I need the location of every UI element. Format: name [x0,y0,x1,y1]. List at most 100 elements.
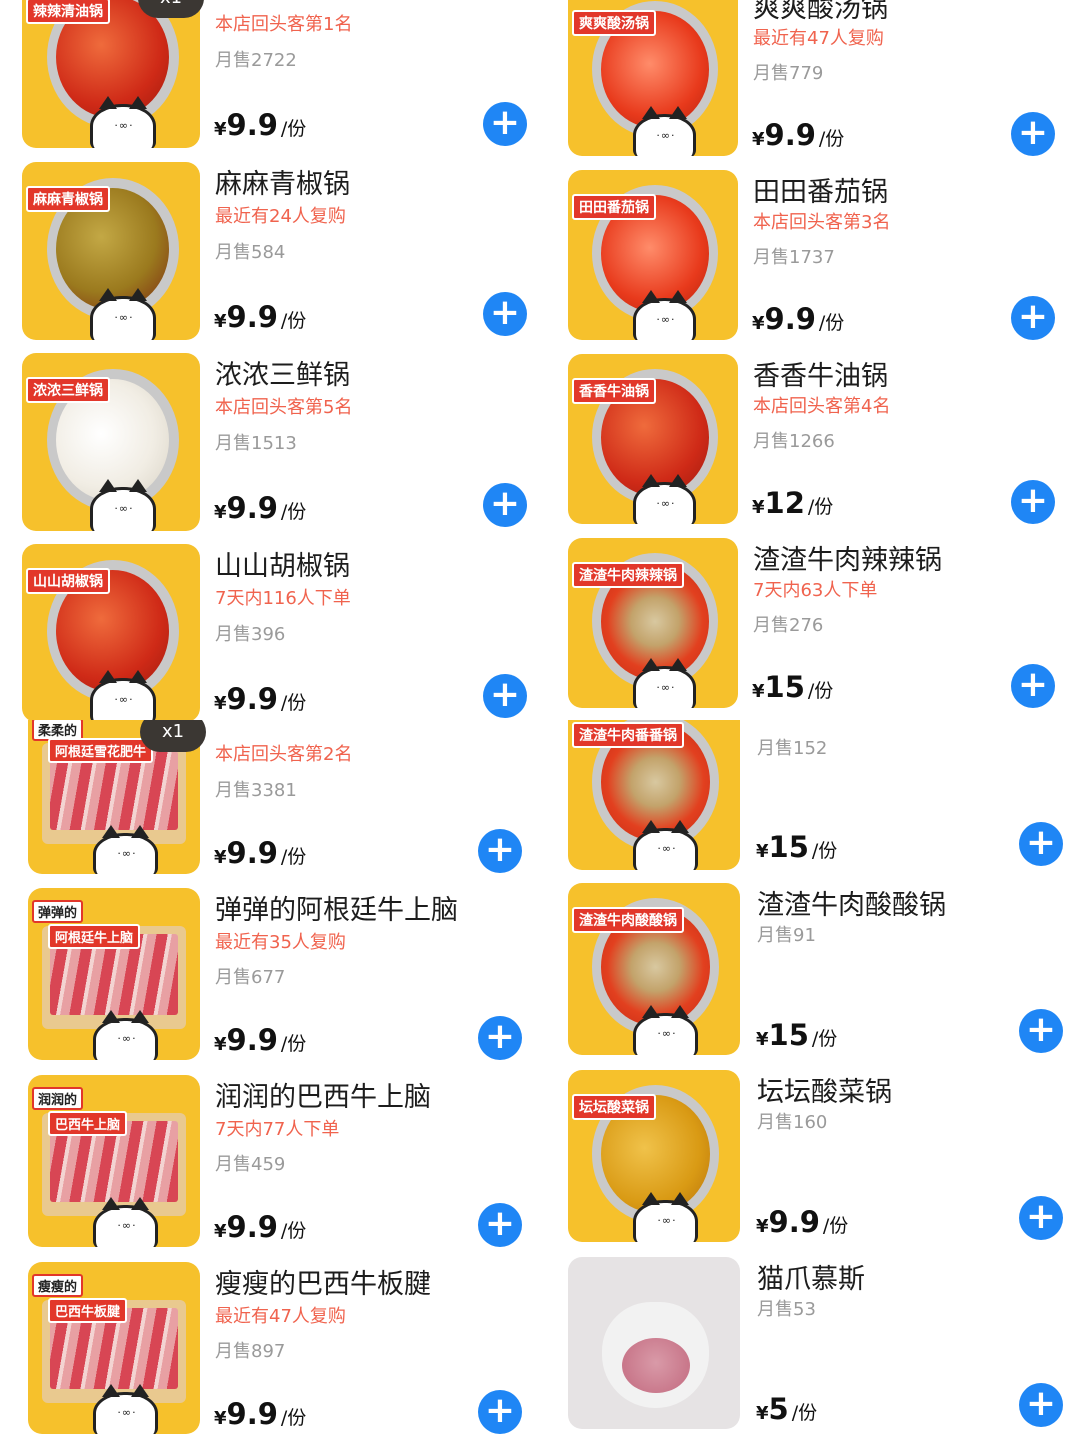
add-to-cart-button[interactable]: + [483,102,527,146]
add-to-cart-button[interactable]: + [483,483,527,527]
product-name: 润润的巴西牛上脑 [215,1082,431,1113]
add-to-cart-button[interactable]: + [478,1016,522,1060]
add-to-cart-button[interactable]: + [1011,112,1055,156]
product-name: 田田番茄锅 [753,177,888,208]
product-item[interactable]: ·∞· 山山胡椒锅 山山胡椒锅 7天内116人下单 月售396 ¥9.9/份 + [0,544,540,720]
product-item[interactable]: ·∞· 润润的 巴西牛上脑 润润的巴西牛上脑 7天内77人下单 月售459 ¥9… [0,1075,540,1255]
add-to-cart-button[interactable]: + [1019,1196,1063,1240]
product-image[interactable] [568,1257,740,1429]
monthly-sales: 月售1513 [215,433,297,454]
product-name: 渣渣牛肉辣辣锅 [753,545,942,576]
panel-right-bottom: ·∞· 渣渣牛肉番番锅 月售152 ¥15/份 + ·∞· 渣渣牛肉酸酸锅 渣渣… [550,720,1080,1440]
promo-text: 本店回头客第3名 [753,212,891,233]
product-item[interactable]: ·∞· 渣渣牛肉番番锅 月售152 ¥15/份 + [550,720,1080,880]
monthly-sales: 月售91 [757,925,816,946]
product-item[interactable]: ·∞· 渣渣牛肉辣辣锅 渣渣牛肉辣辣锅 7天内63人下单 月售276 ¥15/份… [550,538,1080,720]
product-image[interactable]: ·∞· 爽爽酸汤锅 [568,0,738,156]
product-item[interactable]: ·∞· 爽爽酸汤锅 爽爽酸汤锅 最近有47人复购 月售779 ¥9.9/份 + [550,0,1080,160]
add-to-cart-button[interactable]: + [478,829,522,873]
monthly-sales: 月售276 [753,615,824,636]
monthly-sales: 月售396 [215,624,286,645]
cat-mascot-icon: ·∞· [633,1004,698,1055]
cat-mascot-icon: ·∞· [632,658,697,708]
product-item[interactable]: ·∞· 浓浓三鲜锅 浓浓三鲜锅 本店回头客第5名 月售1513 ¥9.9/份 + [0,353,540,533]
add-to-cart-button[interactable]: + [483,674,527,718]
product-tag: 田田番茄锅 [572,194,656,220]
add-to-cart-button[interactable]: + [478,1390,522,1434]
promo-text: 本店回头客第5名 [215,397,353,418]
product-item[interactable]: ·∞· 坛坛酸菜锅 坛坛酸菜锅 月售160 ¥9.9/份 + [550,1070,1080,1250]
add-to-cart-button[interactable]: + [478,1203,522,1247]
price: ¥9.9/份 [214,682,307,716]
cat-mascot-icon: ·∞· [89,288,157,340]
price: ¥9.9/份 [214,1210,307,1244]
add-to-cart-button[interactable]: + [1019,822,1063,866]
product-image[interactable]: ·∞· 香香牛油锅 [568,354,738,524]
product-image[interactable]: ·∞· 山山胡椒锅 [22,544,200,720]
product-name: 弹弹的阿根廷牛上脑 [215,895,458,926]
product-item[interactable]: ·∞· 渣渣牛肉酸酸锅 渣渣牛肉酸酸锅 月售91 ¥15/份 + [550,883,1080,1063]
add-to-cart-button[interactable]: + [1011,296,1055,340]
product-tag: 巴西牛上脑 [48,1111,128,1136]
product-image[interactable]: ·∞· 弹弹的 阿根廷牛上脑 [28,888,200,1060]
monthly-sales: 月售677 [215,967,286,988]
add-to-cart-button[interactable]: + [1011,480,1055,524]
product-image[interactable]: ·∞· 坛坛酸菜锅 [568,1070,740,1242]
monthly-sales: 月售152 [757,738,828,759]
product-image[interactable]: ·∞· 浓浓三鲜锅 [22,353,200,531]
product-image[interactable]: ·∞· 渣渣牛肉辣辣锅 [568,538,738,708]
monthly-sales: 月售53 [757,1299,816,1320]
product-name: 浓浓三鲜锅 [215,360,350,391]
product-image[interactable]: ·∞· 渣渣牛肉番番锅 [568,720,740,870]
add-to-cart-button[interactable]: + [1019,1383,1063,1427]
cat-mascot-icon: ·∞· [89,479,157,531]
product-tag: 阿根廷牛上脑 [48,924,141,949]
product-item[interactable]: ·∞· 柔柔的 阿根廷雪花肥牛 x1 本店回头客第2名 月售3381 ¥9.9/… [0,720,540,880]
product-image[interactable]: ·∞· 麻麻青椒锅 [22,162,200,340]
add-to-cart-button[interactable]: + [1019,1009,1063,1053]
promo-text: 本店回头客第2名 [215,744,353,765]
product-tag: 辣辣清油锅 [26,0,110,24]
product-item[interactable]: ·∞· 麻麻青椒锅 麻麻青椒锅 最近有24人复购 月售584 ¥9.9/份 + [0,162,540,342]
promo-text: 7天内77人下单 [215,1119,340,1140]
cat-mascot-icon: ·∞· [93,824,158,874]
product-item[interactable]: 猫爪慕斯 月售53 ¥5/份 + [550,1257,1080,1440]
monthly-sales: 月售584 [215,242,286,263]
product-image[interactable]: ·∞· 田田番茄锅 [568,170,738,340]
product-name: 渣渣牛肉酸酸锅 [757,890,946,921]
price: ¥9.9/份 [752,302,845,336]
cat-mascot-icon: ·∞· [93,1383,158,1434]
price: ¥9.9/份 [214,300,307,334]
product-item[interactable]: ·∞· 田田番茄锅 田田番茄锅 本店回头客第3名 月售1737 ¥9.9/份 + [550,170,1080,346]
product-name: 坛坛酸菜锅 [757,1077,892,1108]
monthly-sales: 月售2722 [215,50,297,71]
cat-mascot-icon: ·∞· [89,670,157,720]
cat-mascot-icon: ·∞· [93,1009,158,1060]
price: ¥12/份 [752,486,834,520]
cat-paw-mousse-image [602,1301,710,1409]
panel-left-bottom: ·∞· 柔柔的 阿根廷雪花肥牛 x1 本店回头客第2名 月售3381 ¥9.9/… [0,720,540,1440]
cat-mascot-icon: ·∞· [632,474,697,524]
monthly-sales: 月售1266 [753,431,835,452]
price: ¥9.9/份 [214,108,307,142]
cat-mascot-icon: ·∞· [632,106,697,156]
product-item[interactable]: ·∞· 瘦瘦的 巴西牛板腱 瘦瘦的巴西牛板腱 最近有47人复购 月售897 ¥9… [0,1262,540,1440]
product-name: 瘦瘦的巴西牛板腱 [215,1269,431,1300]
product-item[interactable]: ·∞· 辣辣清油锅 x1 本店回头客第1名 月售2722 ¥9.9/份 + [0,0,540,150]
monthly-sales: 月售160 [757,1112,828,1133]
product-item[interactable]: ·∞· 弹弹的 阿根廷牛上脑 弹弹的阿根廷牛上脑 最近有35人复购 月售677 … [0,888,540,1068]
product-image[interactable]: ·∞· 瘦瘦的 巴西牛板腱 [28,1262,200,1434]
add-to-cart-button[interactable]: + [1011,664,1055,708]
price: ¥9.9/份 [214,1023,307,1057]
product-name: 猫爪慕斯 [757,1264,865,1295]
price: ¥9.9/份 [752,118,845,152]
price: ¥9.9/份 [756,1205,849,1239]
product-item[interactable]: ·∞· 香香牛油锅 香香牛油锅 本店回头客第4名 月售1266 ¥12/份 + [550,354,1080,530]
product-image[interactable]: ·∞· 润润的 巴西牛上脑 [28,1075,200,1247]
product-image[interactable]: ·∞· 辣辣清油锅 [22,0,200,148]
panel-left-top: ·∞· 辣辣清油锅 x1 本店回头客第1名 月售2722 ¥9.9/份 + ·∞… [0,0,540,720]
price: ¥9.9/份 [214,1397,307,1431]
add-to-cart-button[interactable]: + [483,292,527,336]
product-image[interactable]: ·∞· 渣渣牛肉酸酸锅 [568,883,740,1055]
product-tag: 坛坛酸菜锅 [572,1094,656,1120]
